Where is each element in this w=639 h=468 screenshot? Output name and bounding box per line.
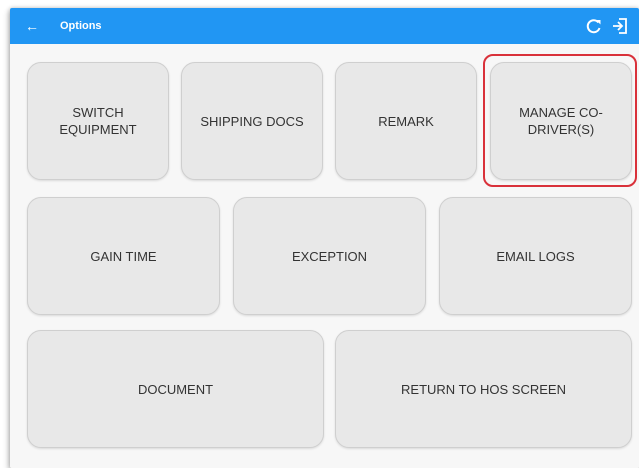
document-button[interactable]: DOCUMENT: [27, 330, 324, 448]
return-to-hos-button[interactable]: RETURN TO HOS SCREEN: [335, 330, 632, 448]
arrow-left-icon[interactable]: ←: [22, 16, 42, 36]
shipping-docs-button[interactable]: SHIPPING DOCS: [181, 62, 323, 180]
shipping-docs-label: SHIPPING DOCS: [200, 113, 304, 129]
remark-label: REMARK: [378, 113, 434, 129]
page-title: Options: [60, 20, 102, 32]
manage-co-drivers-label: MANAGE CO-DRIVER(S): [519, 105, 603, 137]
exception-label: EXCEPTION: [291, 248, 368, 264]
gain-time-label: GAIN TIME: [90, 248, 157, 264]
switch-equipment-button[interactable]: SWITCH EQUIPMENT: [27, 62, 169, 180]
gain-time-button[interactable]: GAIN TIME: [27, 197, 220, 315]
manage-co-drivers-button[interactable]: MANAGE CO-DRIVER(S): [490, 62, 632, 180]
refresh-icon[interactable]: [584, 16, 604, 36]
exception-button[interactable]: EXCEPTION: [233, 197, 426, 315]
document-label: DOCUMENT: [137, 381, 214, 397]
return-to-hos-label: RETURN TO HOS SCREEN: [401, 381, 566, 397]
remark-button[interactable]: REMARK: [335, 62, 477, 180]
switch-equipment-label: SWITCH EQUIPMENT: [59, 105, 137, 137]
app-window: ← Options SWITCH EQUIPMENT SHIPPING DOCS…: [10, 8, 639, 468]
email-logs-button[interactable]: EMAIL LOGS: [439, 197, 632, 315]
app-bar: ← Options: [10, 8, 639, 44]
logout-icon[interactable]: [610, 16, 630, 36]
email-logs-label: EMAIL LOGS: [496, 248, 575, 264]
options-grid: SWITCH EQUIPMENT SHIPPING DOCS REMARK MA…: [10, 44, 639, 468]
